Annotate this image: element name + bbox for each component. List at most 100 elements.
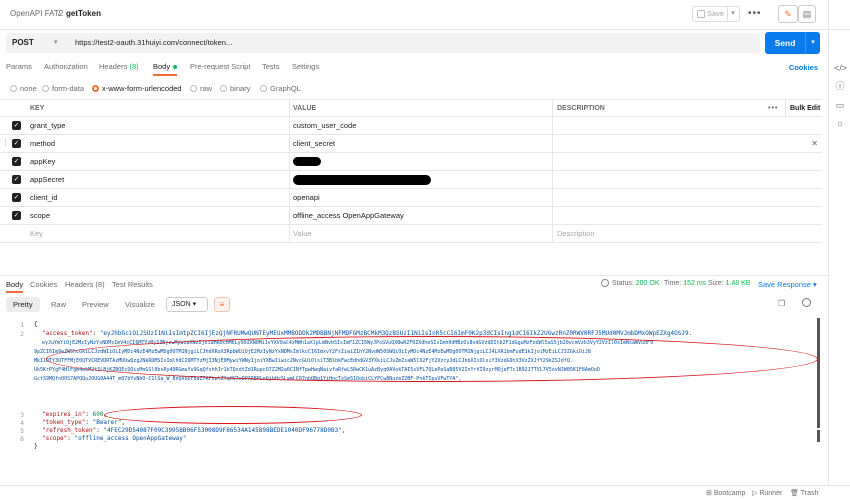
trash-link[interactable]: 🗑 Trash: [790, 489, 818, 497]
body-type-binary[interactable]: binary: [220, 83, 250, 94]
tab-pre-request-script[interactable]: Pre-request Script: [190, 60, 250, 74]
search-icon[interactable]: [802, 298, 811, 307]
row-value[interactable]: client_secret: [293, 135, 335, 152]
send-button[interactable]: Send: [765, 32, 805, 54]
response-tab-cookies[interactable]: Cookies: [30, 280, 57, 289]
url-input[interactable]: https://test2-oauth.31huiyi.com/connect/…: [75, 33, 232, 53]
line-number: 1: [20, 321, 24, 329]
row-checkbox[interactable]: ✓: [12, 139, 21, 148]
save-response-button[interactable]: Save Response ▾: [758, 280, 817, 289]
body-type-selector: none form-data x-www-form-urlencoded raw…: [0, 83, 828, 95]
bootcamp-link[interactable]: ⊞ Bootcamp: [706, 489, 745, 497]
row-value[interactable]: custom_user_code: [293, 117, 356, 134]
more-options-icon[interactable]: •••: [768, 100, 778, 117]
new-key-input[interactable]: Key: [30, 225, 43, 242]
format-visualize-button[interactable]: Visualize: [118, 297, 162, 312]
save-button[interactable]: Save: [692, 6, 728, 22]
json-line-refresh-token: "refresh_token": "4FEC29D54087F09C3995BB…: [42, 427, 346, 434]
format-toolbar: Pretty Raw Preview Visualize JSON ▾ ≡ ❐: [0, 297, 828, 313]
row-checkbox[interactable]: ✓: [12, 121, 21, 130]
row-key[interactable]: grant_type: [30, 117, 65, 134]
tab-body[interactable]: Body: [153, 60, 178, 76]
body-type-urlencoded[interactable]: x-www-form-urlencoded: [92, 83, 182, 94]
format-type-select[interactable]: JSON ▾: [166, 297, 208, 312]
radio-icon: [42, 85, 49, 92]
table-row: ✓ scope offline_access OpenAppGateway: [0, 207, 822, 225]
row-value[interactable]: offline_access OpenAppGateway: [293, 207, 404, 224]
wrap-lines-icon[interactable]: ≡: [214, 297, 230, 312]
delete-row-icon[interactable]: ✕: [811, 135, 818, 152]
info-icon[interactable]: ⓘ: [834, 80, 846, 92]
response-tab-test-results[interactable]: Test Results: [112, 280, 153, 289]
send-dropdown-button[interactable]: ▾: [805, 32, 820, 54]
column-divider: [552, 189, 553, 206]
save-label: Save: [707, 9, 725, 18]
body-type-graphql[interactable]: GraphQL: [260, 83, 301, 94]
row-key[interactable]: appSecret: [30, 171, 64, 188]
size-value: 1.48 KB: [725, 280, 751, 287]
globe-icon[interactable]: [601, 279, 609, 287]
format-pretty-button[interactable]: Pretty: [6, 297, 40, 312]
line-number: 6: [20, 435, 24, 443]
cookies-link[interactable]: Cookies: [789, 63, 818, 72]
column-divider: [552, 100, 553, 116]
table-row: ✓ client_id openapi: [0, 189, 822, 207]
more-options-icon[interactable]: •••: [748, 8, 762, 19]
runner-link[interactable]: ▷ Runner: [752, 489, 782, 497]
column-value: VALUE: [293, 105, 317, 112]
new-value-input[interactable]: Value: [293, 225, 312, 242]
row-key[interactable]: scope: [30, 207, 50, 224]
body-type-label: x-www-form-urlencoded: [102, 84, 182, 93]
row-value[interactable]: openapi: [293, 189, 320, 206]
tab-headers[interactable]: Headers (8): [99, 60, 139, 74]
lightbulb-icon[interactable]: ☼: [834, 117, 846, 129]
tab-authorization[interactable]: Authorization: [44, 60, 88, 74]
body-type-form-data[interactable]: form-data: [42, 83, 84, 94]
body-type-raw[interactable]: raw: [190, 83, 212, 94]
documentation-icon[interactable]: ▤: [798, 5, 816, 23]
radio-icon: [190, 85, 197, 92]
body-type-label: none: [20, 84, 37, 93]
new-description-input[interactable]: Description: [557, 225, 595, 242]
response-tab-headers[interactable]: Headers (8): [65, 280, 105, 289]
page-title[interactable]: getToken: [66, 9, 101, 18]
row-checkbox[interactable]: ✓: [12, 175, 21, 184]
format-raw-button[interactable]: Raw: [44, 297, 73, 312]
time-label: Time:: [664, 280, 682, 287]
size-label: Size:: [708, 280, 724, 287]
tab-settings[interactable]: Settings: [292, 60, 319, 74]
comments-icon[interactable]: ▭: [834, 99, 846, 111]
time-value: 152 ms: [683, 280, 707, 287]
breadcrumb-collection[interactable]: OpenAPI FAT2: [10, 9, 63, 18]
tab-tests[interactable]: Tests: [262, 60, 280, 74]
code-icon[interactable]: </>: [834, 62, 847, 74]
body-type-label: form-data: [52, 84, 85, 93]
tab-headers-label: Headers: [99, 62, 128, 71]
row-checkbox[interactable]: ✓: [12, 157, 21, 166]
chevron-down-icon[interactable]: ▾: [54, 33, 58, 53]
method-select[interactable]: POST: [6, 33, 68, 53]
scrollbar[interactable]: [817, 318, 820, 428]
format-preview-button[interactable]: Preview: [75, 297, 116, 312]
response-tab-body[interactable]: Body: [6, 280, 24, 293]
table-row: ⋮⋮ ✓ method client_secret ✕: [0, 135, 822, 153]
edit-icon[interactable]: ✎: [778, 5, 798, 23]
save-dropdown-button[interactable]: ▾: [727, 6, 740, 22]
row-checkbox[interactable]: ✓: [12, 193, 21, 202]
bootcamp-icon: ⊞: [706, 490, 712, 497]
tab-params[interactable]: Params: [6, 60, 32, 74]
radio-selected-icon: [92, 85, 99, 92]
status-indicator: Status: 200 OK: [612, 280, 660, 287]
column-divider: [289, 117, 290, 134]
json-open-brace: {: [34, 321, 38, 328]
bulk-edit-button[interactable]: Bulk Edit: [790, 100, 820, 117]
row-key[interactable]: method: [30, 135, 55, 152]
row-key[interactable]: appKey: [30, 153, 55, 170]
body-type-none[interactable]: none: [10, 83, 37, 94]
row-checkbox[interactable]: ✓: [12, 211, 21, 220]
row-key[interactable]: client_id: [30, 189, 58, 206]
scrollbar-thumb[interactable]: [817, 430, 820, 442]
column-divider: [552, 153, 553, 170]
copy-icon[interactable]: ❐: [778, 299, 785, 308]
body-type-label: raw: [200, 84, 213, 93]
